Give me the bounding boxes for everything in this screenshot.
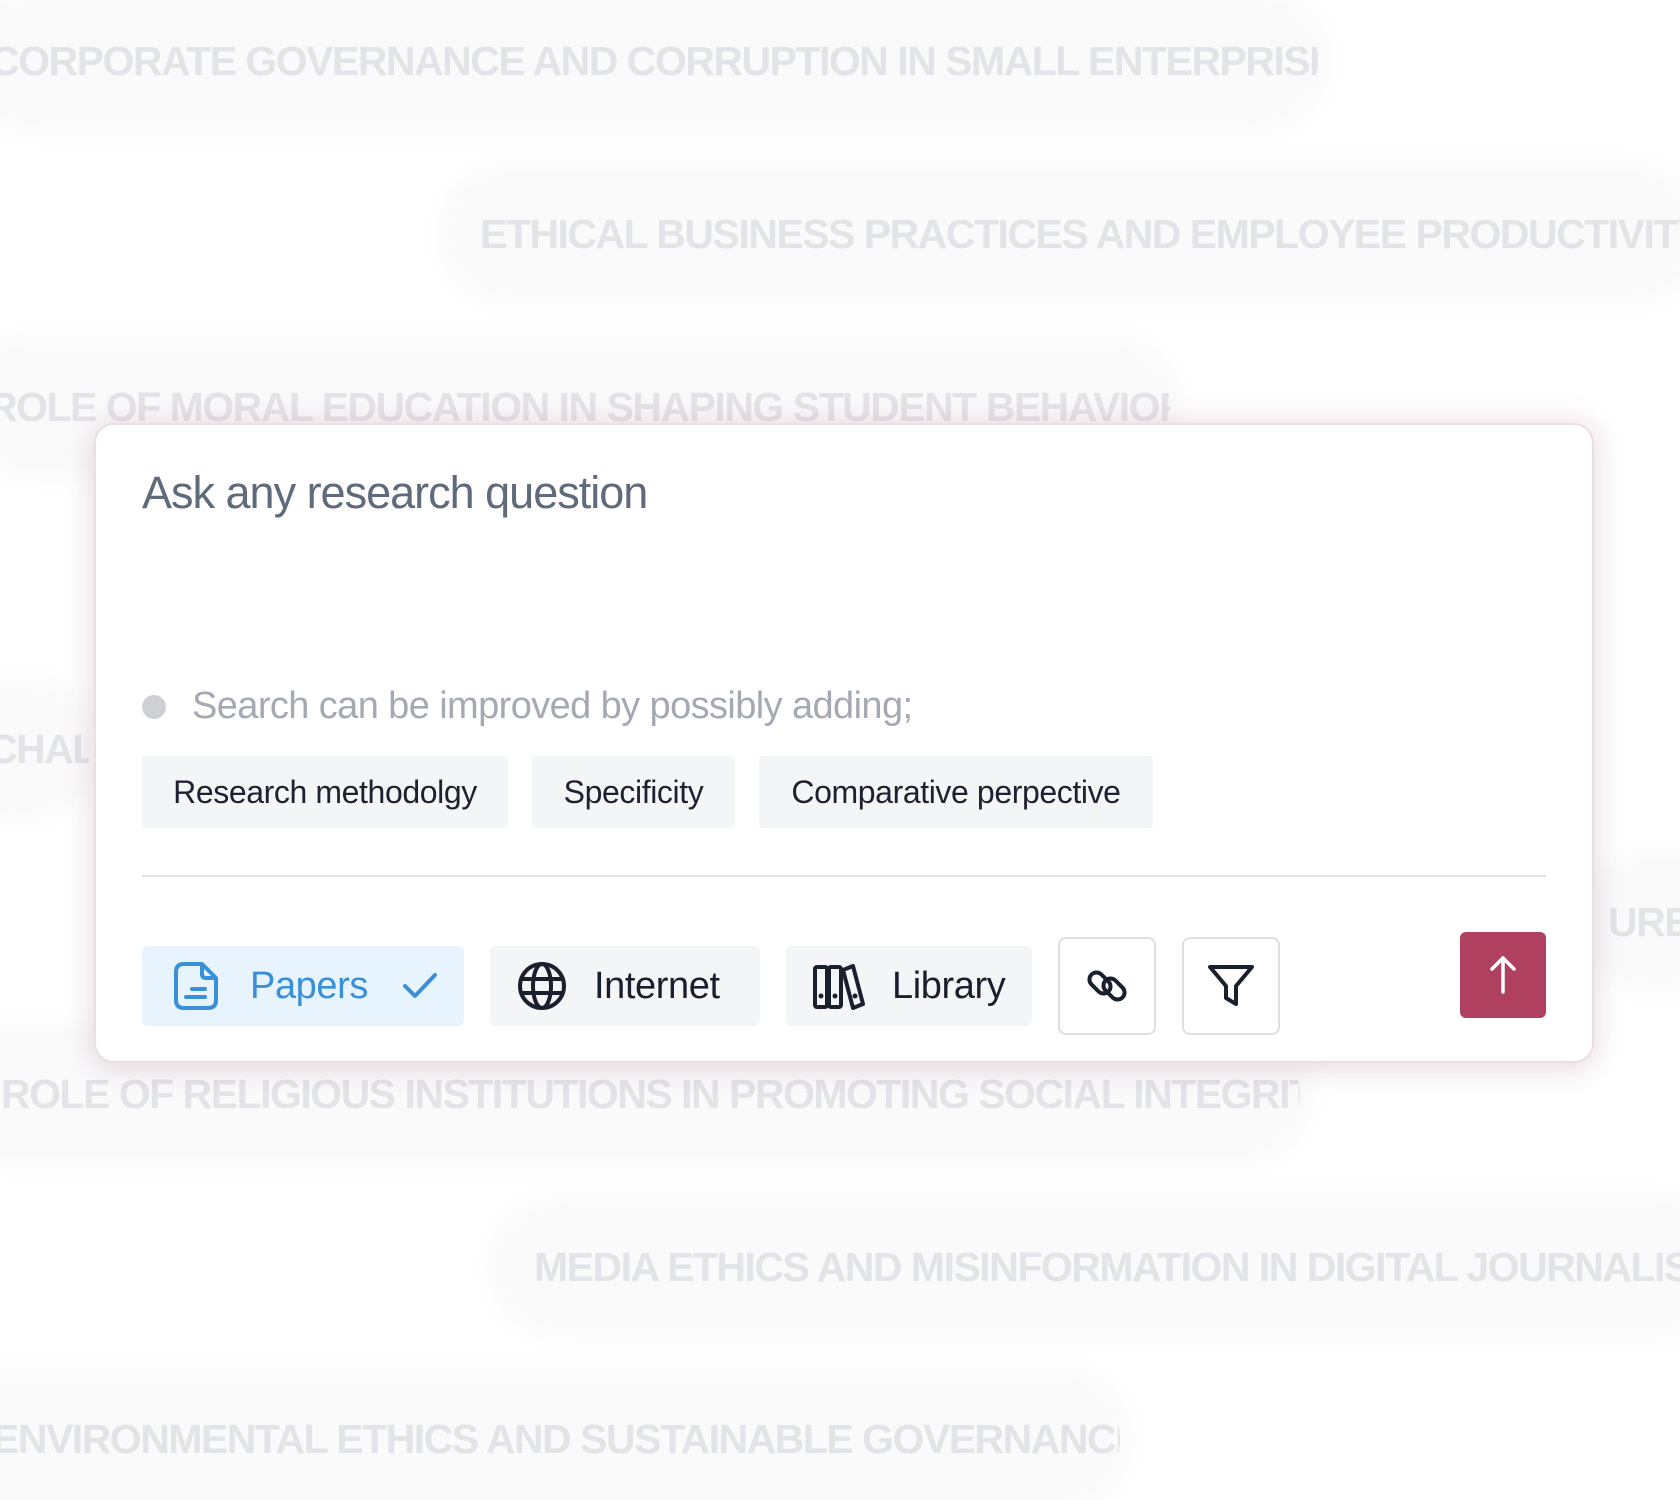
background-topic: CHAL (0, 690, 90, 808)
source-toolbar: Papers Internet Library (142, 937, 1306, 1035)
library-label: Library (892, 964, 1006, 1007)
background-topic: ETHICAL BUSINESS PRACTICES AND EMPLOYEE … (450, 175, 1680, 293)
background-topic: URES (1590, 863, 1680, 981)
internet-label: Internet (594, 964, 720, 1007)
background-topic: CORPORATE GOVERNANCE AND CORRUPTION IN S… (0, 2, 1318, 120)
divider (142, 875, 1546, 877)
link-icon (1087, 970, 1127, 1002)
background-topic-text: ENVIRONMENTAL ETHICS AND SUSTAINABLE GOV… (0, 1415, 1120, 1462)
search-card: Ask any research question Search can be … (94, 423, 1594, 1063)
suggestion-chips: Research methodolgy Specificity Comparat… (142, 756, 1177, 828)
background-topic-text: ROLE OF RELIGIOUS INSTITUTIONS IN PROMOT… (1, 1070, 1300, 1117)
books-icon (813, 964, 865, 1010)
background-topic: MEDIA ETHICS AND MISINFORMATION IN DIGIT… (500, 1208, 1680, 1326)
paper-icon (174, 962, 218, 1010)
send-button[interactable] (1460, 932, 1546, 1018)
search-hint: Search can be improved by possibly addin… (142, 685, 913, 728)
hint-text: Search can be improved by possibly addin… (192, 685, 913, 727)
arrow-up-icon (1490, 956, 1516, 994)
suggestion-chip-research-methodology[interactable]: Research methodolgy (142, 756, 508, 828)
background-topic-text: CHAL (0, 725, 90, 772)
internet-source-button[interactable]: Internet (490, 946, 760, 1026)
attach-link-button[interactable] (1058, 937, 1156, 1035)
globe-icon (518, 962, 566, 1010)
background-topic-text: CORPORATE GOVERNANCE AND CORRUPTION IN S… (0, 37, 1318, 84)
filter-icon (1208, 965, 1254, 1006)
filter-button[interactable] (1182, 937, 1280, 1035)
check-icon (403, 973, 438, 998)
papers-source-button[interactable]: Papers (142, 946, 464, 1026)
background-topic: ENVIRONMENTAL ETHICS AND SUSTAINABLE GOV… (0, 1380, 1120, 1498)
hint-dot-icon (142, 694, 166, 719)
suggestion-chip-comparative-perspective[interactable]: Comparative perpective (759, 756, 1153, 828)
search-input[interactable]: Ask any research question (142, 467, 648, 519)
papers-label: Papers (250, 964, 369, 1007)
library-source-button[interactable]: Library (786, 946, 1032, 1026)
suggestion-chip-specificity[interactable]: Specificity (532, 756, 735, 828)
background-topic-text: MEDIA ETHICS AND MISINFORMATION IN DIGIT… (534, 1243, 1680, 1290)
background-topic-text: ETHICAL BUSINESS PRACTICES AND EMPLOYEE … (480, 210, 1680, 257)
background-topic-text: URES (1608, 898, 1680, 945)
